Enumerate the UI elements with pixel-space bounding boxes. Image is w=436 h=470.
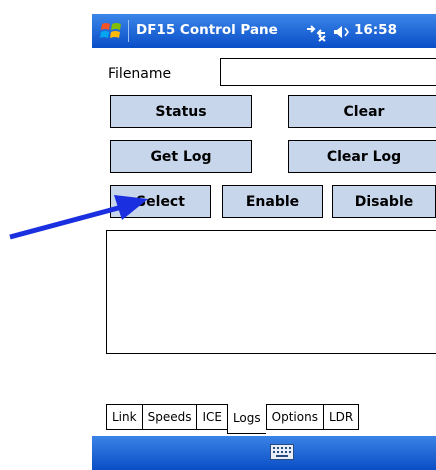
- device-screen: DF15 Control Pane 16:58 Filename Status …: [92, 0, 436, 470]
- filename-input[interactable]: [220, 58, 436, 86]
- clear-button[interactable]: Clear: [288, 95, 436, 128]
- title-separator: [128, 20, 129, 42]
- title-bar: DF15 Control Pane 16:58: [92, 14, 436, 48]
- disable-button[interactable]: Disable: [332, 185, 436, 218]
- tab-ldr[interactable]: LDR: [322, 404, 360, 430]
- filename-label: Filename: [108, 66, 172, 82]
- clear-log-button[interactable]: Clear Log: [288, 140, 436, 173]
- clock[interactable]: 16:58: [354, 22, 397, 38]
- tab-options[interactable]: Options: [265, 404, 323, 430]
- status-button[interactable]: Status: [110, 95, 252, 128]
- keyboard-icon[interactable]: [270, 444, 294, 460]
- enable-button[interactable]: Enable: [222, 185, 323, 218]
- volume-icon[interactable]: [332, 23, 350, 41]
- connectivity-icon[interactable]: [304, 22, 328, 42]
- get-log-button[interactable]: Get Log: [110, 140, 252, 173]
- select-button[interactable]: Select: [110, 185, 211, 218]
- tab-logs[interactable]: Logs: [226, 404, 266, 434]
- log-listbox[interactable]: [106, 230, 436, 354]
- menu-bar: [92, 436, 436, 470]
- windows-start-icon[interactable]: [100, 20, 122, 42]
- window-title: DF15 Control Pane: [136, 22, 278, 38]
- tab-link[interactable]: Link: [106, 404, 142, 430]
- tab-strip: Link Speeds ICE Logs Options LDR: [106, 404, 360, 434]
- tab-ice[interactable]: ICE: [196, 404, 227, 430]
- tab-speeds[interactable]: Speeds: [141, 404, 197, 430]
